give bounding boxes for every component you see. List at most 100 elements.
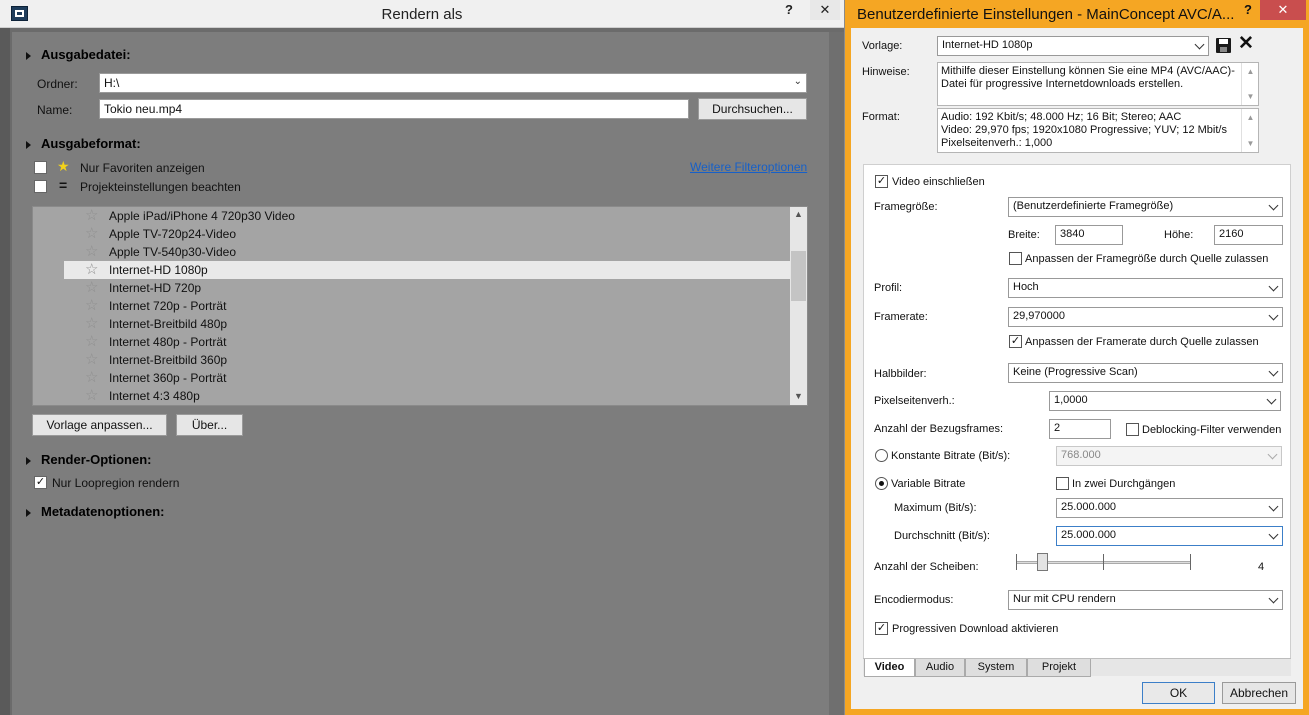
customize-template-button[interactable]: Vorlage anpassen... <box>32 414 167 436</box>
favorite-star-icon[interactable]: ☆ <box>85 243 98 261</box>
slices-slider[interactable] <box>1016 551 1191 575</box>
slider-tick <box>1016 554 1017 570</box>
favorite-star-icon[interactable]: ☆ <box>85 387 98 405</box>
project-settings-checkbox[interactable] <box>34 180 47 193</box>
tab-system[interactable]: System <box>965 659 1027 677</box>
framerate-combo[interactable]: 29,970000 <box>1008 307 1283 327</box>
favorites-checkbox[interactable] <box>34 161 47 174</box>
preset-item-label: Internet 720p - Porträt <box>109 299 227 313</box>
ref-frames-input[interactable]: 2 <box>1049 419 1111 439</box>
preset-item[interactable]: ☆ Internet-HD 720p <box>33 279 790 297</box>
template-label: Vorlage: <box>862 40 903 52</box>
tab-project[interactable]: Projekt <box>1027 659 1091 677</box>
preset-item[interactable]: ☆ Apple TV-540p30-Video <box>33 243 790 261</box>
variable-bitrate-radio[interactable] <box>875 477 888 490</box>
file-name-input[interactable]: Tokio neu.mp4 <box>99 99 689 119</box>
scroll-down-icon[interactable]: ▼ <box>790 391 807 401</box>
preset-item-label: Internet 360p - Porträt <box>109 371 227 385</box>
slider-thumb[interactable] <box>1037 553 1048 571</box>
about-button[interactable]: Über... <box>176 414 243 436</box>
two-pass-checkbox[interactable] <box>1056 477 1069 490</box>
name-label: Name: <box>37 103 73 117</box>
include-video-checkbox[interactable]: ✓ <box>875 175 888 188</box>
section-output-format[interactable]: Ausgabeformat: <box>26 136 141 151</box>
allow-source-framerate-checkbox[interactable]: ✓ <box>1009 335 1022 348</box>
help-button[interactable]: ? <box>776 0 802 20</box>
folder-value: H:\ <box>104 76 120 90</box>
maximum-combo[interactable]: 25.000.000 <box>1056 498 1283 518</box>
slider-tick <box>1103 554 1104 570</box>
preset-item[interactable]: ☆ Internet-Breitbild 480p <box>33 315 790 333</box>
chevron-down-icon <box>1268 593 1279 604</box>
scrollbar-thumb[interactable] <box>791 251 806 301</box>
framesize-combo[interactable]: (Benutzerdefinierte Framegröße) <box>1008 197 1283 217</box>
browse-button[interactable]: Durchsuchen... <box>698 98 807 120</box>
tab-video[interactable]: Video <box>864 659 915 677</box>
scroll-up-icon[interactable]: ▲ <box>790 209 807 219</box>
constant-bitrate-label: Konstante Bitrate (Bit/s): <box>891 450 1011 462</box>
fields-label: Halbbilder: <box>874 368 927 380</box>
favorite-star-icon[interactable]: ☆ <box>85 369 98 387</box>
favorite-star-icon[interactable]: ☆ <box>85 225 98 243</box>
preset-item[interactable]: ☆ Internet 720p - Porträt <box>33 297 790 315</box>
preset-item-label: Internet 480p - Porträt <box>109 335 227 349</box>
more-filter-options-link[interactable]: Weitere Filteroptionen <box>690 160 807 174</box>
allow-source-framesize-label: Anpassen der Framegröße durch Quelle zul… <box>1025 253 1269 265</box>
equals-icon: = <box>59 177 68 193</box>
allow-source-framesize-checkbox[interactable] <box>1009 252 1022 265</box>
ok-button[interactable]: OK <box>1142 682 1215 704</box>
section-output-file[interactable]: Ausgabedatei: <box>26 47 131 62</box>
cancel-button[interactable]: Abbrechen <box>1222 682 1296 704</box>
preset-item[interactable]: ☆ Internet 480p - Porträt <box>33 333 790 351</box>
preset-item[interactable]: ☆ Internet 4:3 480p <box>33 387 790 405</box>
preset-list-scrollbar[interactable]: ▲ ▼ <box>790 207 807 405</box>
profile-combo[interactable]: Hoch <box>1008 278 1283 298</box>
favorite-star-icon[interactable]: ☆ <box>85 297 98 315</box>
window-title: Rendern als <box>381 6 463 23</box>
chevron-down-icon <box>1194 39 1205 50</box>
favorite-star-icon[interactable]: ☆ <box>85 315 98 333</box>
width-input[interactable]: 3840 <box>1055 225 1123 245</box>
section-metadata[interactable]: Metadatenoptionen: <box>26 504 165 519</box>
maximum-value: 25.000.000 <box>1061 501 1117 513</box>
template-combo[interactable]: Internet-HD 1080p <box>937 36 1209 56</box>
close-button[interactable]: ✕ <box>1260 0 1306 20</box>
preset-item[interactable]: ☆ Internet-Breitbild 360p <box>33 351 790 369</box>
section-render-options[interactable]: Render-Optionen: <box>26 452 152 467</box>
preset-item[interactable]: ☆ Internet-HD 1080p <box>64 261 790 279</box>
pixel-aspect-combo[interactable]: 1,0000 <box>1049 391 1281 411</box>
favorite-star-icon[interactable]: ☆ <box>85 261 98 279</box>
window-scrollbar[interactable] <box>829 32 844 715</box>
height-input[interactable]: 2160 <box>1214 225 1283 245</box>
average-combo[interactable]: 25.000.000 <box>1056 526 1283 546</box>
save-icon[interactable] <box>1216 38 1231 53</box>
expand-triangle-icon <box>26 140 31 149</box>
constant-bitrate-radio[interactable] <box>875 449 888 462</box>
loop-region-checkbox[interactable]: ✓ <box>34 476 47 489</box>
deblocking-checkbox[interactable] <box>1126 423 1139 436</box>
width-label: Breite: <box>1008 229 1040 241</box>
chevron-down-icon <box>1267 449 1278 460</box>
preset-item[interactable]: ☆ Internet 360p - Porträt <box>33 369 790 387</box>
expand-triangle-icon <box>26 508 31 517</box>
left-edge <box>0 28 10 715</box>
favorite-star-icon[interactable]: ☆ <box>85 207 98 225</box>
preset-item[interactable]: ☆ Apple iPad/iPhone 4 720p30 Video <box>33 207 790 225</box>
tab-audio[interactable]: Audio <box>915 659 965 677</box>
favorite-star-icon[interactable]: ☆ <box>85 351 98 369</box>
custom-settings-window: Benutzerdefinierte Einstellungen - MainC… <box>845 0 1309 715</box>
encode-mode-combo[interactable]: Nur mit CPU rendern <box>1008 590 1283 610</box>
preset-item[interactable]: ☆ Apple TV-720p24-Video <box>33 225 790 243</box>
two-pass-label: In zwei Durchgängen <box>1072 478 1176 490</box>
close-button[interactable]: ✕ <box>810 0 840 20</box>
delete-icon[interactable]: ✕ <box>1238 34 1254 54</box>
preset-item-label: Internet 4:3 480p <box>109 389 200 403</box>
help-button[interactable]: ? <box>1233 0 1263 20</box>
folder-combo[interactable]: H:\ ⌄ <box>99 73 807 93</box>
progressive-download-checkbox[interactable]: ✓ <box>875 622 888 635</box>
constant-bitrate-combo[interactable]: 768.000 <box>1056 446 1282 466</box>
favorite-star-icon[interactable]: ☆ <box>85 333 98 351</box>
favorite-star-icon[interactable]: ☆ <box>85 279 98 297</box>
preset-list[interactable]: ☆ Apple iPad/iPhone 4 720p30 Video ☆ Apple … <box>32 206 808 406</box>
fields-combo[interactable]: Keine (Progressive Scan) <box>1008 363 1283 383</box>
